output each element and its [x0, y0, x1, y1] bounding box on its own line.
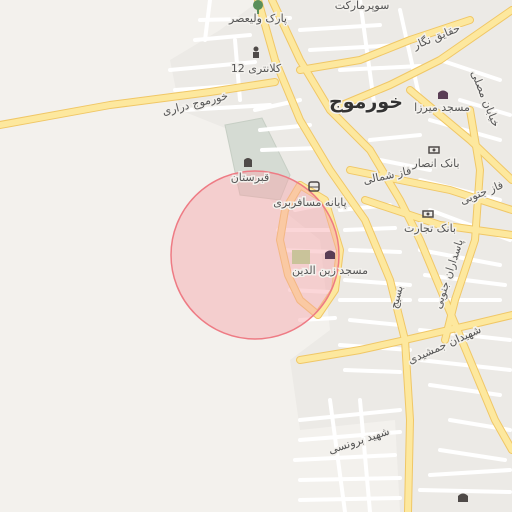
mosque-icon — [438, 90, 448, 99]
cemetery-label: قبرستان — [231, 171, 270, 184]
tejarat-bank-label: بانک تجارت — [404, 222, 456, 235]
mosque-icon — [325, 250, 335, 259]
park-label: پارک ولیعصر — [228, 12, 287, 25]
mirza-mosque-label: مسجد میرزا — [414, 101, 470, 114]
police-station-label: کلانتری 12 — [231, 62, 282, 75]
ansar-bank-label: بانک انصار — [411, 157, 459, 170]
map-view[interactable]: سوپرمارکت پارک ولیعصر حقایق نگار کلانتری… — [0, 0, 512, 512]
green-square — [292, 250, 310, 264]
bus-terminal-label: پایانه مسافربری — [273, 196, 346, 209]
cemetery-icon — [244, 158, 252, 167]
supermarket-label: سوپرمارکت — [335, 0, 390, 12]
city-label: خورموج — [329, 91, 403, 113]
zeinoddin-mosque-label: مسجد زین الدین — [292, 264, 368, 277]
mosque-icon — [458, 493, 468, 502]
police-icon — [253, 46, 259, 58]
